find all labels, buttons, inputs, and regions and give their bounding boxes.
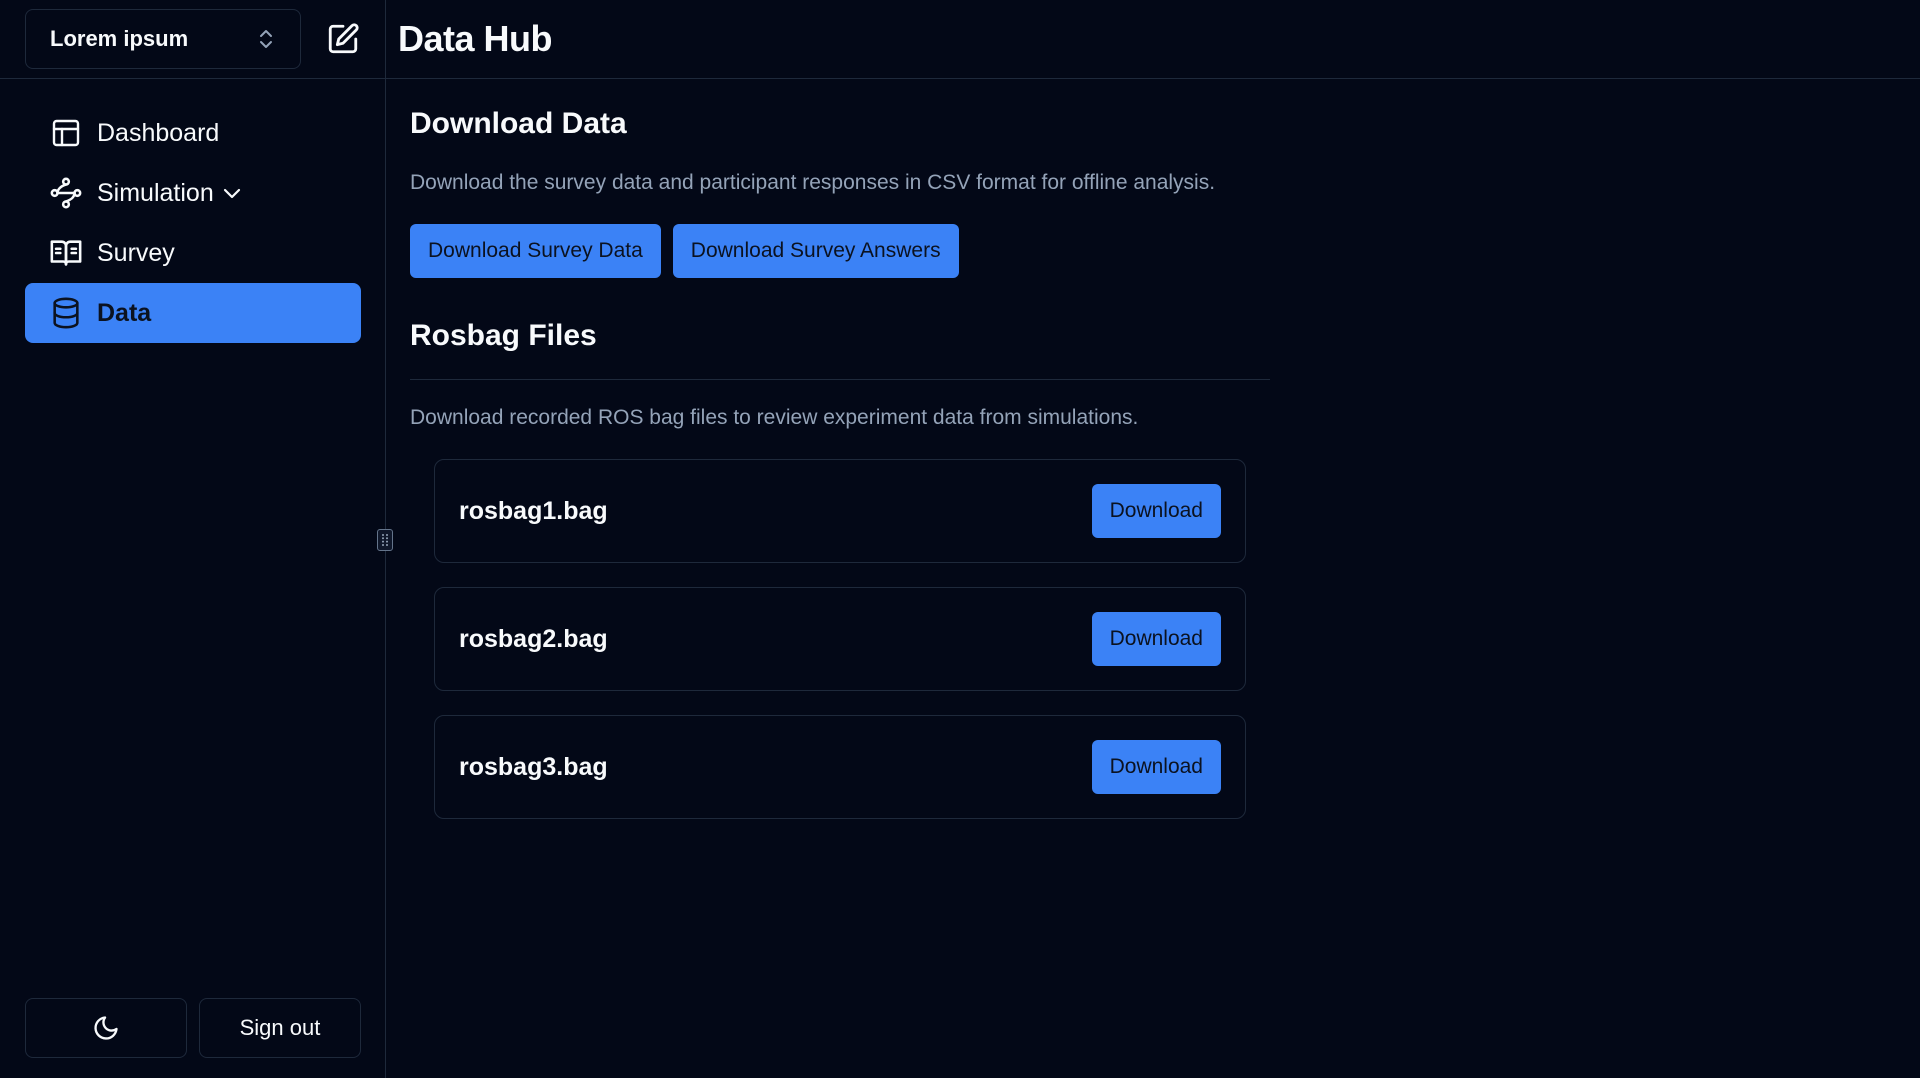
chevrons-up-down-icon	[260, 30, 272, 48]
download-button[interactable]: Download	[1091, 484, 1221, 538]
rosbag-files-description: Download recorded ROS bag files to revie…	[410, 406, 1139, 429]
moon-icon	[94, 1016, 118, 1040]
workspace-select-label: Lorem ipsum	[50, 26, 189, 51]
app-root: Lorem ipsum Dashboard Simulation Survey …	[0, 0, 1920, 1078]
download-button[interactable]: Download	[1091, 740, 1221, 794]
sidebar-item-simulation[interactable]: Simulation	[25, 163, 361, 223]
list-item: rosbag2.bag Download	[434, 587, 1246, 691]
sidebar-item-dashboard[interactable]: Dashboard	[25, 103, 361, 163]
list-item: rosbag3.bag Download	[434, 715, 1246, 819]
list-item: rosbag1.bag Download	[434, 459, 1246, 563]
layout-icon	[49, 116, 83, 150]
edit-button[interactable]	[322, 18, 364, 60]
rosbag-files-heading: Rosbag Files	[410, 319, 597, 352]
book-open-icon	[49, 236, 83, 270]
download-survey-answers-button[interactable]: Download Survey Answers	[672, 224, 959, 278]
page-title: Data Hub	[398, 18, 553, 59]
theme-toggle-button[interactable]	[25, 998, 187, 1058]
sidebar-footer: Sign out	[25, 998, 361, 1058]
file-name: rosbag1.bag	[459, 496, 608, 525]
sidebar-item-label: Simulation	[97, 178, 214, 207]
sidebar-nav: Dashboard Simulation Survey Data	[25, 103, 361, 343]
rosbag-file-list: rosbag1.bag Download rosbag2.bag Downloa…	[434, 459, 1246, 843]
workflow-icon	[49, 176, 83, 210]
download-survey-data-button[interactable]: Download Survey Data	[410, 224, 661, 278]
sidebar-item-label: Survey	[97, 238, 175, 267]
sidebar-header: Lorem ipsum	[0, 0, 386, 79]
sidebar-item-label: Data	[97, 298, 152, 327]
top-bar: Data Hub	[386, 0, 1920, 79]
sidebar-item-label: Dashboard	[97, 118, 220, 147]
download-buttons: Download Survey Data Download Survey Ans…	[410, 224, 959, 278]
sidebar: Lorem ipsum Dashboard Simulation Survey …	[0, 0, 386, 1078]
download-data-heading: Download Data	[410, 107, 627, 140]
workspace-select[interactable]: Lorem ipsum	[25, 9, 301, 69]
sidebar-item-survey[interactable]: Survey	[25, 223, 361, 283]
file-name: rosbag3.bag	[459, 752, 608, 781]
edit-icon	[328, 23, 359, 54]
file-name: rosbag2.bag	[459, 624, 608, 653]
sidebar-item-data[interactable]: Data	[25, 283, 361, 343]
chevron-down-icon[interactable]	[220, 181, 244, 205]
section-divider	[410, 379, 1270, 380]
download-button[interactable]: Download	[1091, 612, 1221, 666]
sidebar-resize-handle[interactable]	[377, 529, 393, 551]
download-data-description: Download the survey data and participant…	[410, 171, 1216, 194]
sign-out-button[interactable]: Sign out	[199, 998, 361, 1058]
grip-vertical-icon	[382, 534, 388, 546]
database-icon	[49, 296, 83, 330]
